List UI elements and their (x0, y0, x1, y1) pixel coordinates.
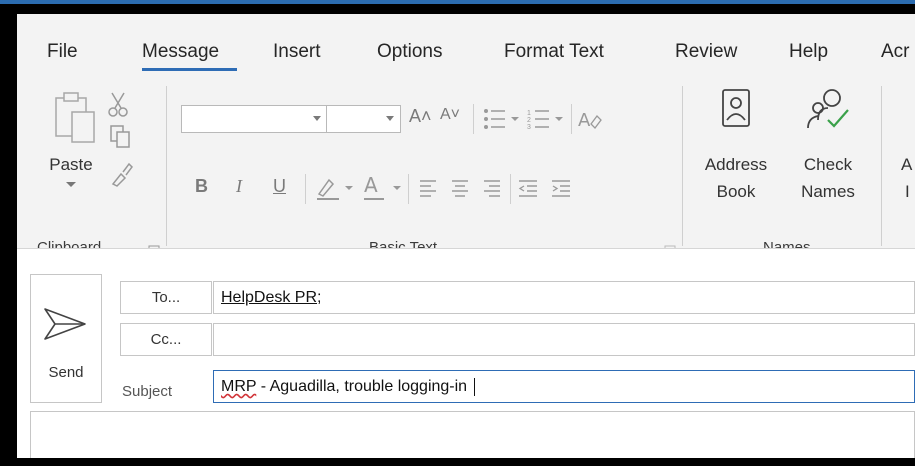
tab-message[interactable]: Message (142, 41, 219, 63)
to-button[interactable]: To... (120, 281, 212, 314)
address-book-label-line2: Book (716, 182, 756, 201)
subject-text: - Aguadilla, trouble logging-in (256, 378, 472, 395)
check-names-icon[interactable] (806, 86, 852, 135)
svg-text:A: A (364, 173, 378, 197)
message-body[interactable] (30, 411, 915, 458)
bold-icon[interactable]: B (195, 176, 208, 197)
font-color-icon[interactable]: A (362, 172, 404, 207)
font-name-combo[interactable] (181, 105, 328, 133)
decrease-indent-icon[interactable] (518, 179, 538, 202)
svg-text:A: A (578, 110, 591, 131)
title-bar-accent (0, 0, 915, 4)
align-right-icon[interactable] (483, 179, 501, 202)
tab-insert[interactable]: Insert (273, 41, 321, 63)
group-separator (682, 86, 683, 246)
separator (408, 174, 409, 204)
misspelled-word[interactable]: MRP (221, 378, 256, 395)
tab-acrobat[interactable]: Acr (881, 41, 910, 63)
chevron-down-icon[interactable] (313, 116, 321, 121)
subject-label: Subject (122, 383, 173, 400)
address-book-label-line1: Address (704, 155, 768, 174)
format-painter-icon[interactable] (109, 160, 133, 193)
outlook-compose-window: File Message Insert Options Format Text … (17, 14, 915, 458)
cc-field[interactable] (213, 323, 915, 356)
shrink-font-icon[interactable]: A˅ (440, 106, 460, 124)
copy-icon[interactable] (109, 124, 131, 155)
text-caret (473, 377, 475, 396)
recipient-chip[interactable]: HelpDesk PR (221, 289, 317, 306)
font-size-combo[interactable] (326, 105, 401, 133)
check-names-label-line2: Names (801, 182, 855, 201)
next-group-partial-label[interactable]: A (901, 155, 912, 175)
clipboard-icon (55, 92, 95, 143)
send-label: Send (48, 364, 84, 381)
to-field[interactable]: HelpDesk PR; (213, 281, 915, 314)
compose-header: Send To... HelpDesk PR; Cc... Subject MR… (17, 248, 915, 458)
next-group-partial-label-2: I (905, 182, 910, 201)
group-separator (881, 86, 882, 246)
increase-indent-icon[interactable] (551, 179, 571, 202)
grow-font-icon[interactable]: A˄ (409, 106, 432, 127)
align-left-icon[interactable] (419, 179, 437, 202)
check-names-label-line1: Check (803, 155, 853, 174)
italic-icon[interactable]: I (236, 176, 242, 197)
send-icon (44, 308, 86, 340)
svg-text:3: 3 (527, 124, 531, 131)
paste-label: Paste (49, 155, 93, 174)
align-center-icon[interactable] (451, 179, 469, 202)
tab-options[interactable]: Options (377, 41, 442, 63)
address-book-icon[interactable] (721, 88, 751, 133)
subject-field[interactable]: MRP - Aguadilla, trouble logging-in (213, 370, 915, 403)
ribbon-tabs: File Message Insert Options Format Text … (17, 14, 915, 76)
group-separator (166, 86, 167, 246)
paste-dropdown-icon[interactable] (65, 176, 77, 194)
cc-button[interactable]: Cc... (120, 323, 212, 356)
chevron-down-icon[interactable] (386, 116, 394, 121)
ribbon: Paste Clipboard A˄ A˅ (17, 76, 915, 257)
cut-icon[interactable] (107, 90, 129, 123)
bullets-icon[interactable] (483, 107, 523, 136)
tab-format-text[interactable]: Format Text (504, 41, 604, 63)
svg-text:2: 2 (527, 117, 531, 124)
numbering-icon[interactable]: 123 (527, 107, 567, 136)
separator (473, 104, 474, 134)
clear-formatting-icon[interactable]: A (577, 106, 603, 137)
svg-text:1: 1 (527, 110, 531, 117)
separator (305, 174, 306, 204)
paste-button[interactable] (52, 90, 102, 157)
tab-file[interactable]: File (47, 41, 78, 63)
separator (510, 174, 511, 204)
send-button[interactable]: Send (30, 274, 102, 403)
active-tab-indicator (142, 68, 237, 71)
separator (571, 104, 572, 134)
underline-icon[interactable]: U (273, 176, 286, 197)
highlight-icon[interactable] (315, 174, 355, 207)
recipient-separator: ; (317, 289, 322, 306)
tab-help[interactable]: Help (789, 41, 828, 63)
tab-review[interactable]: Review (675, 41, 737, 63)
